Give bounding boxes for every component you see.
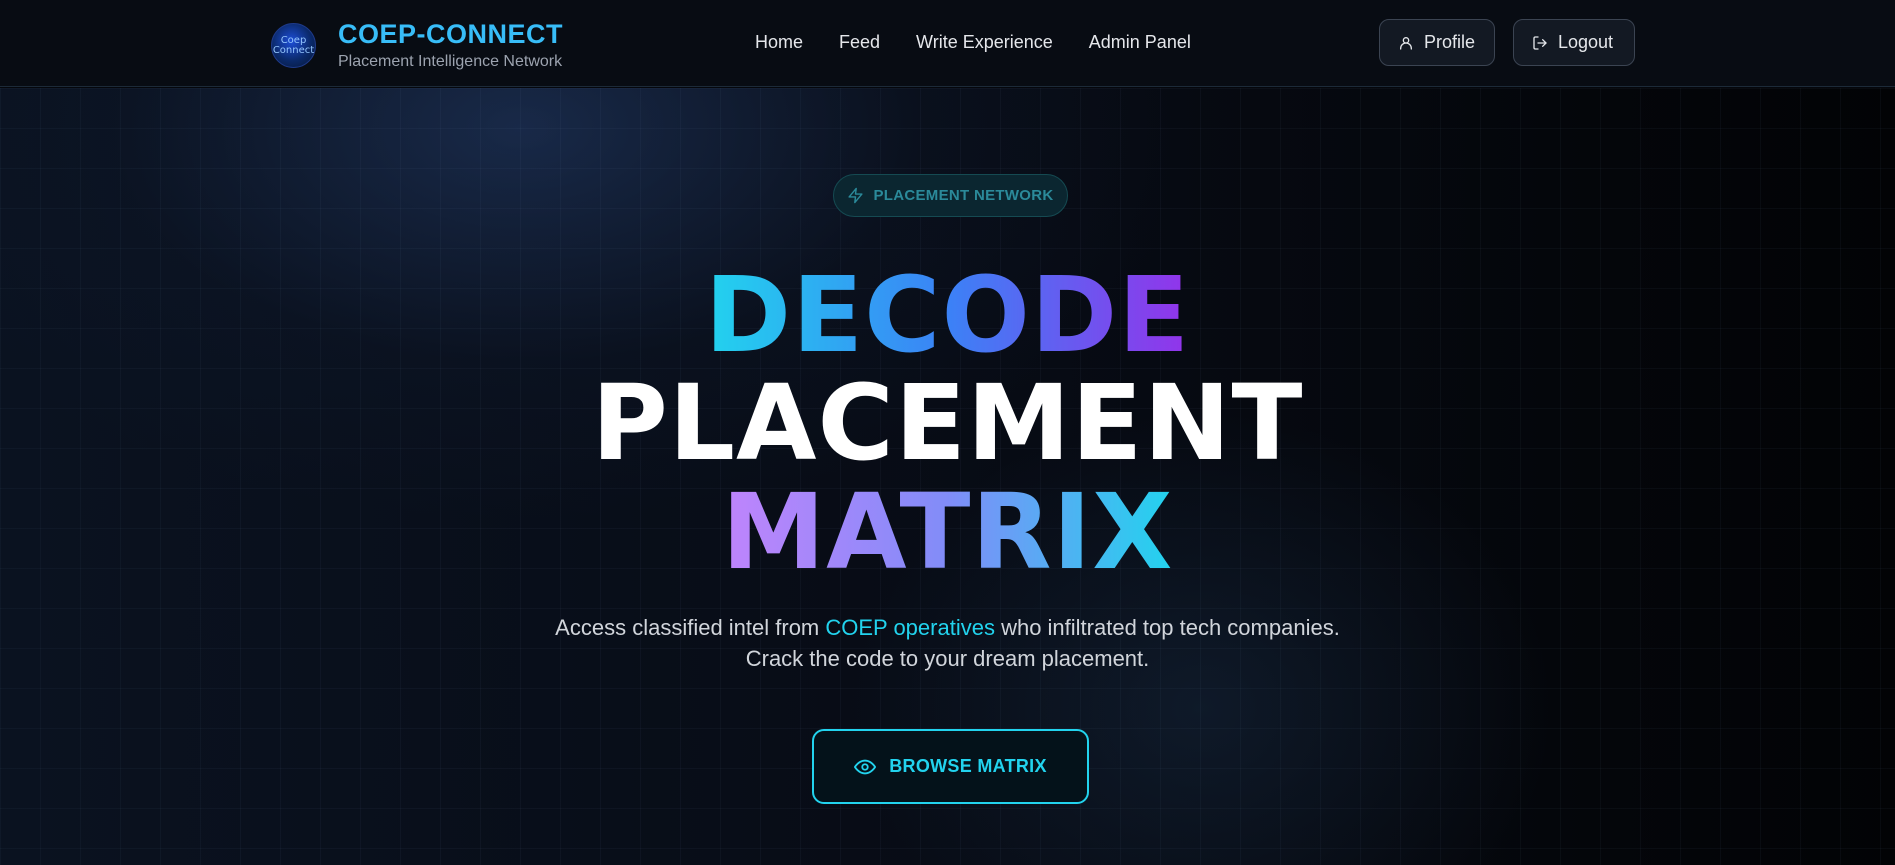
headline-line-1: DECODE (0, 263, 1895, 367)
hero-section: PLACEMENT NETWORK DECODE PLACEMENT MATRI… (0, 88, 1895, 865)
headline-matrix: MATRIX (721, 471, 1174, 593)
logout-icon (1533, 35, 1547, 50)
lightning-icon (848, 187, 864, 204)
nav-link-write-experience[interactable]: Write Experience (916, 30, 1053, 54)
description-line-2: Crack the code to your dream placement. (745, 646, 1150, 671)
nav-link-admin-panel[interactable]: Admin Panel (1089, 30, 1191, 54)
user-icon (1400, 36, 1412, 50)
logo-text-line2: Connect (272, 44, 315, 56)
eye-icon (854, 759, 877, 774)
brand-text: COEP-CONNECT Placement Intelligence Netw… (338, 20, 563, 71)
profile-button[interactable]: Profile (1379, 19, 1495, 66)
nav-menu: Home Feed Write Experience Admin Panel (755, 30, 1227, 54)
brand-title: COEP-CONNECT (338, 19, 564, 49)
browse-matrix-button[interactable]: BROWSE MATRIX (812, 729, 1089, 804)
headline-line-3: MATRIX (0, 480, 1895, 584)
description-highlight: COEP operatives (825, 615, 995, 640)
logo-text-line1: Coep (280, 34, 307, 46)
placement-network-badge: PLACEMENT NETWORK (833, 174, 1068, 217)
badge-label: PLACEMENT NETWORK (873, 187, 1054, 204)
hero-description: Access classified intel from COEP operat… (0, 612, 1895, 674)
nav-link-feed[interactable]: Feed (839, 30, 880, 54)
logout-button-label: Logout (1558, 32, 1614, 52)
headline-placement: PLACEMENT (591, 362, 1304, 484)
logout-button[interactable]: Logout (1513, 19, 1635, 66)
nav-link-home[interactable]: Home (755, 30, 803, 54)
profile-button-label: Profile (1424, 32, 1476, 52)
top-navbar: Coep Connect COEP-CONNECT Placement Inte… (0, 0, 1895, 87)
description-part-2: who infiltrated top tech companies. (994, 615, 1340, 640)
headline-decode: DECODE (704, 254, 1191, 376)
browse-matrix-label: BROWSE MATRIX (889, 756, 1047, 776)
logo: Coep Connect (271, 23, 316, 68)
description-part-1: Access classified intel from (555, 615, 826, 640)
brand[interactable]: Coep Connect COEP-CONNECT Placement Inte… (271, 20, 563, 71)
description-line-1: Access classified intel from COEP operat… (0, 612, 1895, 643)
brand-subtitle: Placement Intelligence Network (338, 53, 563, 70)
